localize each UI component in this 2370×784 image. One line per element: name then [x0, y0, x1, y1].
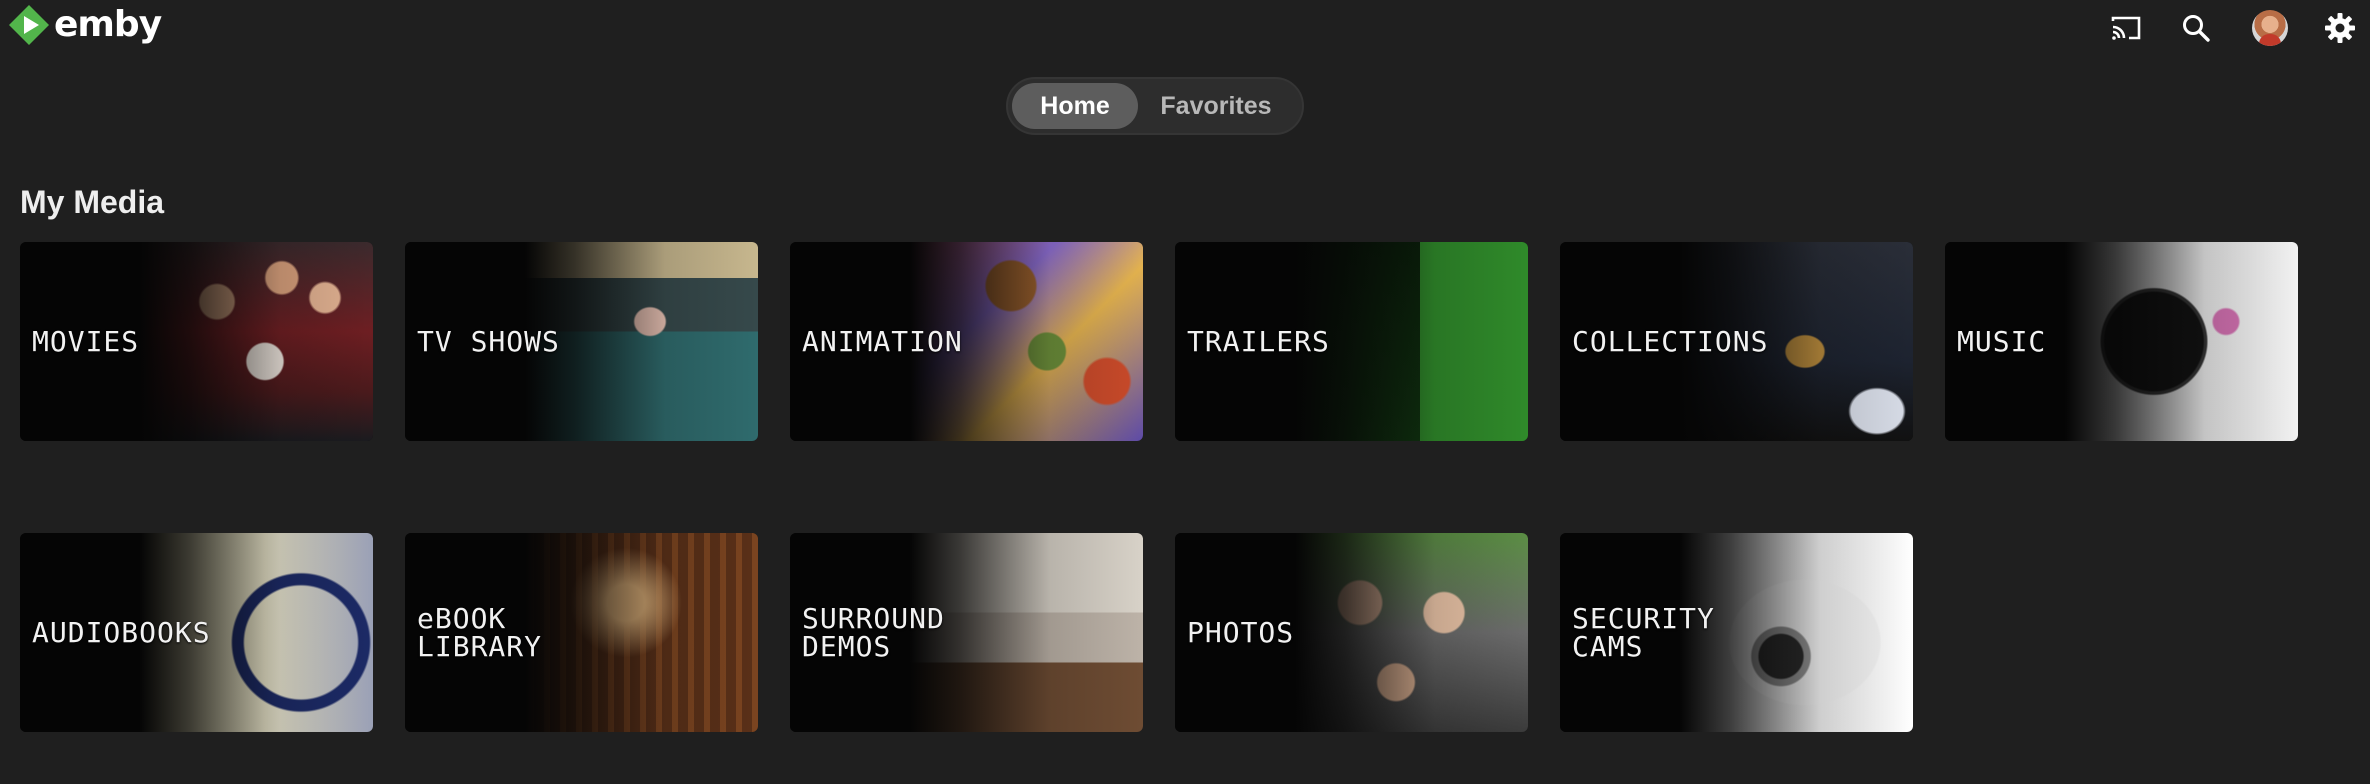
library-tile-ebook-library[interactable]: eBOOK LIBRARY: [405, 533, 758, 732]
library-label: eBOOK LIBRARY: [417, 601, 543, 663]
tab-favorites[interactable]: Favorites: [1138, 83, 1294, 129]
library-label: MUSIC: [1957, 324, 2047, 358]
section-title-my-media[interactable]: My Media: [20, 184, 164, 221]
library-label: SURROUND DEMOS: [802, 601, 945, 663]
avatar: [2252, 10, 2288, 46]
library-label: ANIMATION: [802, 324, 963, 358]
logo-text: emby: [54, 4, 162, 45]
search-button[interactable]: [2176, 8, 2216, 48]
gear-icon: [2325, 13, 2355, 43]
cast-button[interactable]: [2106, 8, 2146, 48]
home-tabs: Home Favorites: [1006, 77, 1304, 135]
library-tile-photos[interactable]: PHOTOS: [1175, 533, 1528, 732]
library-label: PHOTOS: [1187, 615, 1295, 649]
search-icon: [2183, 15, 2210, 42]
library-tile-trailers[interactable]: TRAILERS: [1175, 242, 1528, 441]
library-label: SECURITY CAMS: [1572, 601, 1715, 663]
library-label: TV SHOWS: [417, 324, 560, 358]
library-tile-movies[interactable]: MOVIES: [20, 242, 373, 441]
library-tile-collections[interactable]: COLLECTIONS: [1560, 242, 1913, 441]
library-tile-surround-demos[interactable]: SURROUND DEMOS: [790, 533, 1143, 732]
library-label: AUDIOBOOKS: [32, 615, 211, 649]
top-bar: emby: [0, 0, 2370, 56]
user-avatar-button[interactable]: [2250, 8, 2290, 48]
emby-logo[interactable]: emby: [8, 4, 162, 46]
cast-icon: [2111, 16, 2141, 40]
settings-button[interactable]: [2320, 8, 2360, 48]
emby-logo-icon: [9, 5, 49, 45]
library-label: COLLECTIONS: [1572, 324, 1769, 358]
library-tile-music[interactable]: MUSIC: [1945, 242, 2298, 441]
library-label: TRAILERS: [1187, 324, 1330, 358]
library-tile-security-cams[interactable]: SECURITY CAMS: [1560, 533, 1913, 732]
library-label: MOVIES: [32, 324, 140, 358]
library-tile-tv-shows[interactable]: TV SHOWS: [405, 242, 758, 441]
tab-home[interactable]: Home: [1012, 83, 1138, 129]
library-tile-audiobooks[interactable]: AUDIOBOOKS: [20, 533, 373, 732]
library-tile-animation[interactable]: ANIMATION: [790, 242, 1143, 441]
